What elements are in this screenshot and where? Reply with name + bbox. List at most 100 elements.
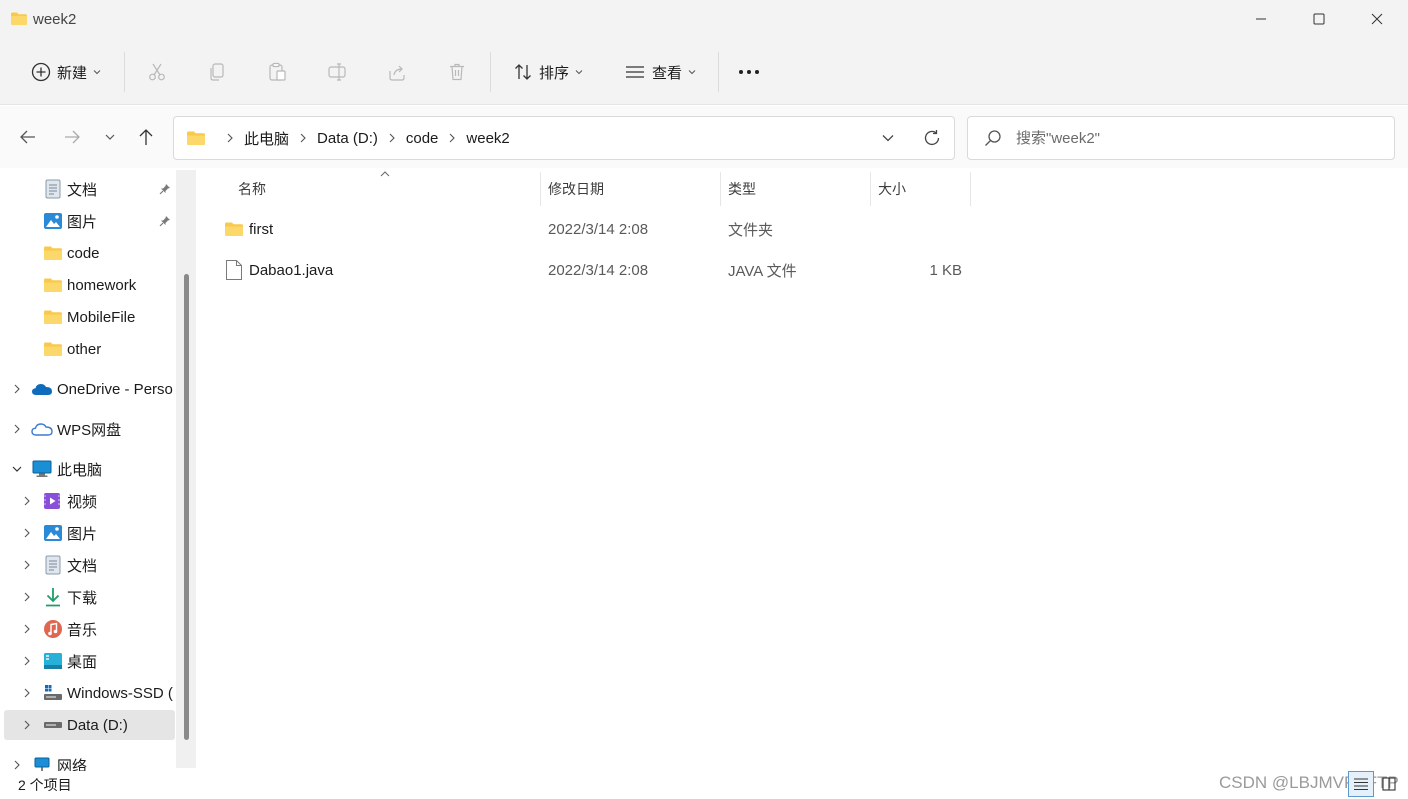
nav-item-documents[interactable]: 文档 — [4, 550, 175, 580]
close-icon — [1371, 13, 1383, 25]
column-header-size[interactable]: 大小 — [878, 171, 968, 207]
chevron-right-icon[interactable] — [22, 688, 32, 698]
chevron-right-icon[interactable] — [22, 624, 32, 634]
refresh-button[interactable] — [910, 117, 954, 159]
nav-item-other[interactable]: other — [4, 334, 175, 364]
nav-item-desktop[interactable]: 桌面 — [4, 646, 175, 676]
nav-item-code[interactable]: code — [4, 238, 175, 268]
chevron-right-icon[interactable] — [12, 424, 22, 434]
nav-item-network[interactable]: 网络 — [4, 750, 175, 771]
up-button[interactable] — [130, 120, 162, 154]
drive-icon — [43, 718, 63, 732]
view-button[interactable]: 查看 — [612, 52, 708, 92]
arrow-left-icon — [19, 129, 37, 145]
new-label: 新建 — [56, 64, 87, 82]
column-header-date[interactable]: 修改日期 — [548, 171, 718, 207]
sort-button[interactable]: 排序 — [502, 52, 594, 92]
file-type: JAVA 文件 — [728, 262, 797, 280]
chevron-right-icon[interactable] — [22, 528, 32, 538]
file-date: 2022/3/14 2:08 — [548, 261, 649, 279]
column-header-name[interactable]: 名称 — [238, 171, 538, 207]
file-size: 1 KB — [929, 261, 962, 279]
file-row[interactable]: first 2022/3/14 2:08 文件夹 — [214, 210, 970, 248]
column-header-type[interactable]: 类型 — [728, 171, 868, 207]
minimize-button[interactable] — [1232, 0, 1290, 38]
title-bar: week2 — [0, 0, 1408, 40]
nav-scrollbar-thumb[interactable] — [184, 274, 189, 740]
search-input[interactable] — [1016, 129, 1376, 147]
cut-button[interactable] — [138, 52, 176, 92]
more-button[interactable] — [730, 52, 768, 92]
breadcrumb-item[interactable]: Data (D:) — [317, 130, 378, 147]
folder-icon — [224, 210, 244, 248]
back-button[interactable] — [12, 120, 44, 154]
breadcrumb-item[interactable]: week2 — [466, 130, 509, 147]
more-icon — [738, 69, 760, 75]
new-button[interactable]: 新建 — [18, 52, 114, 92]
breadcrumb: 此电脑 Data (D:) code week2 — [216, 128, 510, 149]
chevron-down-icon — [882, 134, 894, 142]
search-box[interactable] — [967, 116, 1395, 160]
paste-icon — [267, 62, 287, 82]
share-button[interactable] — [378, 52, 416, 92]
chevron-right-icon[interactable] — [12, 384, 22, 394]
nav-item-downloads[interactable]: 下载 — [4, 582, 175, 612]
chevron-right-icon[interactable] — [22, 496, 32, 506]
delete-icon — [447, 62, 467, 82]
chevron-right-icon[interactable] — [22, 656, 32, 666]
chevron-down-icon — [105, 133, 115, 141]
copy-button[interactable] — [198, 52, 236, 92]
desktop-icon — [43, 652, 63, 670]
nav-item-music[interactable]: 音乐 — [4, 614, 175, 644]
tiles-view-button[interactable] — [1376, 771, 1402, 797]
nav-item-wps[interactable]: WPS网盘 — [4, 414, 175, 444]
address-bar[interactable]: 此电脑 Data (D:) code week2 — [173, 116, 955, 160]
forward-button[interactable] — [56, 120, 88, 154]
nav-item-windows-ssd[interactable]: Windows-SSD ( — [4, 678, 175, 708]
folder-icon — [43, 341, 63, 357]
chevron-down-icon[interactable] — [12, 464, 22, 474]
sort-label: 排序 — [538, 64, 569, 82]
documents-icon — [44, 555, 62, 575]
nav-item-thispc[interactable]: 此电脑 — [4, 454, 175, 484]
folder-icon — [43, 245, 63, 261]
videos-icon — [43, 492, 61, 510]
close-button[interactable] — [1348, 0, 1406, 38]
paste-button[interactable] — [258, 52, 296, 92]
arrow-right-icon — [63, 129, 81, 145]
share-icon — [387, 62, 407, 82]
search-icon — [984, 129, 1002, 147]
address-history-button[interactable] — [866, 117, 910, 159]
nav-item-mobilefile[interactable]: MobileFile — [4, 302, 175, 332]
view-label: 查看 — [651, 64, 682, 82]
wps-cloud-icon — [31, 421, 53, 437]
file-row[interactable]: Dabao1.java 2022/3/14 2:08 JAVA 文件 1 KB — [214, 251, 970, 289]
file-icon — [225, 251, 243, 289]
pictures-icon — [43, 524, 63, 542]
chevron-right-icon[interactable] — [22, 720, 32, 730]
pin-icon[interactable] — [159, 183, 171, 195]
nav-item-documents[interactable]: 文档 — [4, 174, 175, 204]
nav-item-pictures[interactable]: 图片 — [4, 518, 175, 548]
pin-icon[interactable] — [159, 215, 171, 227]
delete-button[interactable] — [438, 52, 476, 92]
nav-item-videos[interactable]: 视频 — [4, 486, 175, 516]
chevron-right-icon[interactable] — [22, 592, 32, 602]
chevron-right-icon[interactable] — [22, 560, 32, 570]
rename-button[interactable] — [318, 52, 356, 92]
address-row: 此电脑 Data (D:) code week2 — [0, 106, 1408, 168]
details-view-button[interactable] — [1348, 771, 1374, 797]
nav-item-onedrive[interactable]: OneDrive - Perso — [4, 374, 175, 404]
maximize-button[interactable] — [1290, 0, 1348, 38]
breadcrumb-item[interactable]: code — [406, 130, 439, 147]
recent-locations-button[interactable] — [94, 120, 126, 154]
chevron-down-icon — [688, 68, 696, 76]
nav-item-pictures[interactable]: 图片 — [4, 206, 175, 236]
breadcrumb-item[interactable]: 此电脑 — [244, 128, 289, 149]
item-count: 2 个项目 — [18, 777, 72, 793]
nav-item-homework[interactable]: homework — [4, 270, 175, 300]
chevron-right-icon[interactable] — [12, 760, 22, 770]
view-icon — [624, 62, 646, 82]
plus-circle-icon — [31, 62, 51, 82]
nav-item-data-d[interactable]: Data (D:) — [4, 710, 175, 740]
